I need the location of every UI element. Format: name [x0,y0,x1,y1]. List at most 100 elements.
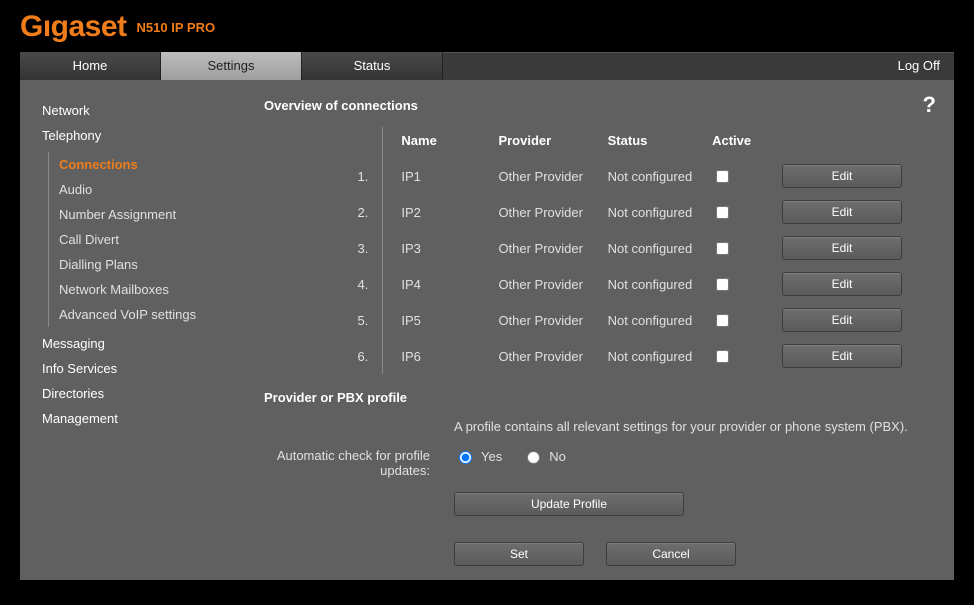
sidebar-item-advanced-voip[interactable]: Advanced VoIP settings [59,302,230,327]
row-provider: Other Provider [490,338,599,374]
sidebar-item-network-mailboxes[interactable]: Network Mailboxes [59,277,230,302]
row-number: 5. [230,302,383,338]
row-number: 6. [230,338,383,374]
product-name: N510 IP PRO [137,20,216,35]
sidebar-item-network[interactable]: Network [42,98,230,123]
edit-button[interactable]: Edit [782,236,902,260]
connections-table: Name Provider Status Active 1. IP1 Other… [230,127,910,374]
row-name: IP6 [383,338,491,374]
section-profile-title: Provider or PBX profile [264,390,930,405]
sidebar: Network Telephony Connections Audio Numb… [20,80,230,580]
active-checkbox[interactable] [716,170,729,183]
table-row: 1. IP1 Other Provider Not configured Edi… [230,158,910,194]
table-row: 5. IP5 Other Provider Not configured Edi… [230,302,910,338]
sidebar-item-management[interactable]: Management [42,406,230,431]
row-status: Not configured [600,338,704,374]
col-provider: Provider [490,127,599,158]
table-row: 4. IP4 Other Provider Not configured Edi… [230,266,910,302]
table-row: 6. IP6 Other Provider Not configured Edi… [230,338,910,374]
sidebar-item-info-services[interactable]: Info Services [42,356,230,381]
active-checkbox[interactable] [716,314,729,327]
tab-home[interactable]: Home [20,52,161,80]
header: Gıgaset N510 IP PRO [0,0,974,52]
content-area: ? Overview of connections Name Provider … [230,80,954,580]
row-status: Not configured [600,266,704,302]
row-name: IP5 [383,302,491,338]
row-number: 1. [230,158,383,194]
row-active [704,266,774,302]
row-provider: Other Provider [490,266,599,302]
logoff-link[interactable]: Log Off [884,52,954,80]
row-active [704,338,774,374]
row-active [704,302,774,338]
radio-yes-label: Yes [481,449,502,464]
sidebar-item-number-assignment[interactable]: Number Assignment [59,202,230,227]
tab-status[interactable]: Status [302,52,443,80]
table-row: 2. IP2 Other Provider Not configured Edi… [230,194,910,230]
radio-no[interactable]: No [522,448,566,464]
edit-button[interactable]: Edit [782,308,902,332]
brand-logo: Gıgaset [20,10,127,44]
row-provider: Other Provider [490,158,599,194]
row-status: Not configured [600,302,704,338]
radio-no-label: No [549,449,566,464]
row-name: IP2 [383,194,491,230]
row-name: IP4 [383,266,491,302]
row-status: Not configured [600,194,704,230]
sidebar-item-directories[interactable]: Directories [42,381,230,406]
row-number: 3. [230,230,383,266]
row-status: Not configured [600,230,704,266]
col-spacer [230,127,383,158]
row-active [704,194,774,230]
table-row: 3. IP3 Other Provider Not configured Edi… [230,230,910,266]
nav-spacer [443,52,884,80]
sidebar-item-call-divert[interactable]: Call Divert [59,227,230,252]
edit-button[interactable]: Edit [782,164,902,188]
row-provider: Other Provider [490,194,599,230]
active-checkbox[interactable] [716,350,729,363]
row-status: Not configured [600,158,704,194]
set-button[interactable]: Set [454,542,584,566]
active-checkbox[interactable] [716,206,729,219]
help-icon[interactable]: ? [923,92,936,118]
edit-button[interactable]: Edit [782,272,902,296]
form-buttons: Set Cancel [454,542,930,566]
update-profile-row: Update Profile [230,492,930,516]
row-active [704,230,774,266]
edit-button[interactable]: Edit [782,200,902,224]
tab-settings[interactable]: Settings [161,52,302,80]
row-number: 4. [230,266,383,302]
auto-update-row: Automatic check for profile updates: Yes… [230,448,930,478]
col-name: Name [383,127,491,158]
profile-hint: A profile contains all relevant settings… [454,419,930,434]
row-number: 2. [230,194,383,230]
col-active: Active [704,127,774,158]
update-profile-button[interactable]: Update Profile [454,492,684,516]
section-overview-title: Overview of connections [264,98,930,113]
row-name: IP3 [383,230,491,266]
sidebar-subgroup-telephony: Connections Audio Number Assignment Call… [48,152,230,327]
sidebar-item-connections[interactable]: Connections [59,152,230,177]
row-provider: Other Provider [490,230,599,266]
table-header-row: Name Provider Status Active [230,127,910,158]
active-checkbox[interactable] [716,242,729,255]
top-nav: Home Settings Status Log Off [20,52,954,80]
row-name: IP1 [383,158,491,194]
col-action [774,127,910,158]
sidebar-item-telephony[interactable]: Telephony [42,123,230,148]
cancel-button[interactable]: Cancel [606,542,736,566]
auto-update-label: Automatic check for profile updates: [230,448,454,478]
row-active [704,158,774,194]
radio-yes-input[interactable] [459,451,472,464]
page-body: Network Telephony Connections Audio Numb… [20,80,954,580]
row-provider: Other Provider [490,302,599,338]
profile-hint-row: A profile contains all relevant settings… [230,419,930,434]
sidebar-item-dialling-plans[interactable]: Dialling Plans [59,252,230,277]
sidebar-item-audio[interactable]: Audio [59,177,230,202]
edit-button[interactable]: Edit [782,344,902,368]
active-checkbox[interactable] [716,278,729,291]
radio-no-input[interactable] [527,451,540,464]
radio-yes[interactable]: Yes [454,448,502,464]
col-status: Status [600,127,704,158]
sidebar-item-messaging[interactable]: Messaging [42,331,230,356]
